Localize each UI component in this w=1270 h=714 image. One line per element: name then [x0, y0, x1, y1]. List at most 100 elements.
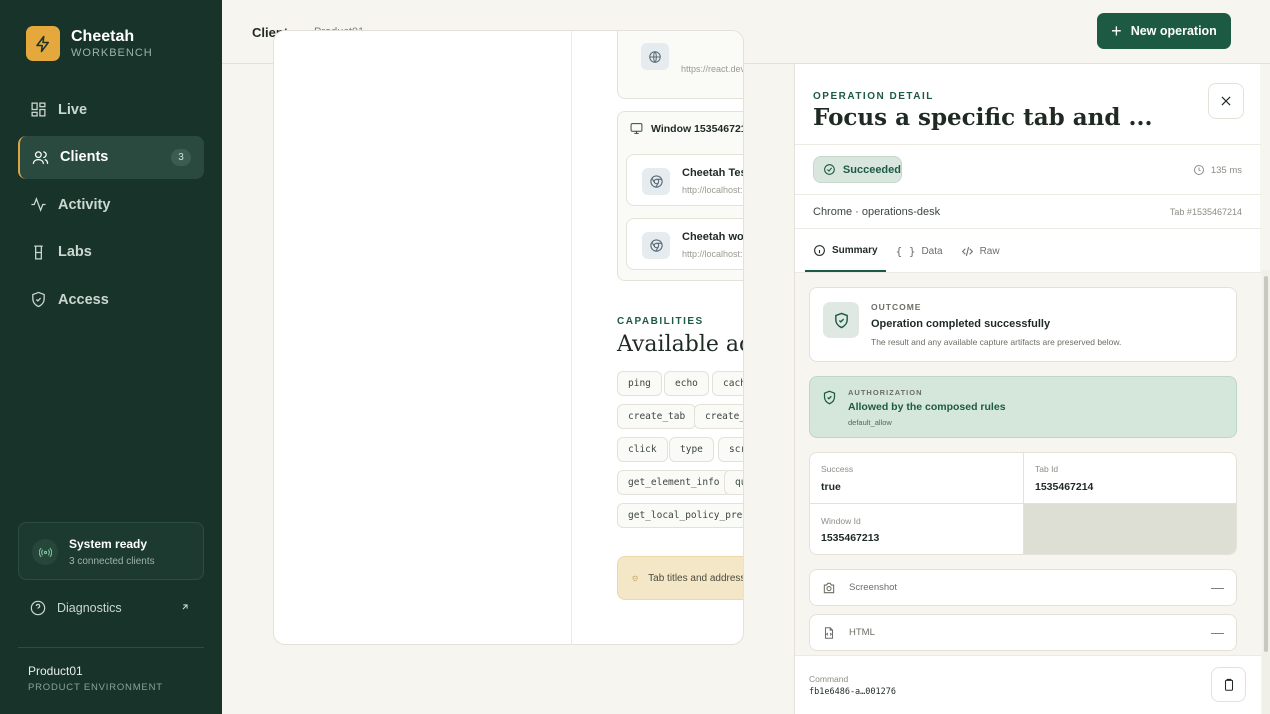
- diagnostics-label: Diagnostics: [57, 601, 122, 615]
- capability-chip[interactable]: create_tab: [617, 404, 697, 429]
- divider: [795, 194, 1261, 195]
- artifact-value: —: [1211, 580, 1224, 595]
- capability-chip[interactable]: echo: [664, 371, 709, 396]
- broadcast-icon: [32, 539, 58, 565]
- capabilities-label: CAPABILITIES: [617, 316, 704, 327]
- nav-label: Clients: [60, 149, 109, 165]
- globe-icon: [641, 43, 669, 70]
- chrome-icon: [642, 232, 670, 259]
- nav-label: Access: [58, 291, 109, 308]
- beaker-icon: [34, 244, 43, 260]
- grid-icon: [31, 102, 46, 117]
- column-divider: [571, 31, 572, 644]
- capability-chip[interactable]: click: [617, 437, 668, 462]
- notice-text: Tab titles and addresses: [648, 572, 743, 584]
- nav-item-activity[interactable]: Activity: [18, 183, 204, 226]
- tab-url: http://localhost:: [682, 185, 743, 195]
- main-nav: Live Clients 3 Activity Labs Access: [18, 88, 204, 326]
- close-button[interactable]: [1208, 83, 1244, 119]
- tab-row[interactable]: Cheetah workbench http://localhost:: [626, 218, 744, 270]
- tab-data[interactable]: { } Data: [888, 230, 951, 272]
- duration-text: 135 ms: [1210, 164, 1242, 176]
- capability-chip[interactable]: get_element_info: [617, 470, 731, 495]
- tab-row[interactable]: https://react.dev: [626, 31, 744, 90]
- nav-item-labs[interactable]: Labs: [18, 231, 204, 274]
- tab-row[interactable]: Cheetah Test http://localhost:: [626, 154, 743, 206]
- capability-chip[interactable]: get_local_policy_preset: [617, 503, 743, 528]
- privacy-notice: Tab titles and addresses: [617, 556, 743, 600]
- help-circle-icon: [30, 600, 46, 616]
- window-title[interactable]: Window 1535467213: [630, 122, 743, 135]
- command-footer: Command fb1e6486-a…001276: [795, 655, 1261, 714]
- outcome-title: Operation completed successfully: [871, 318, 1051, 330]
- tab-label: Data: [921, 245, 943, 257]
- status-subtitle: 3 connected clients: [69, 556, 155, 567]
- divider: [795, 144, 1261, 145]
- outcome-description: The result and any available capture art…: [871, 337, 1122, 347]
- window-group-previous: https://react.dev: [617, 31, 744, 99]
- client-detail-card: https://react.dev Window 1535467213 Chee…: [273, 30, 744, 645]
- environment-name[interactable]: Product01: [28, 664, 83, 678]
- capability-chip[interactable]: query: [724, 470, 743, 495]
- tab-label: Raw: [979, 245, 1000, 257]
- capabilities-title: Available actions: [617, 332, 743, 357]
- tab-url: https://react.dev: [681, 64, 744, 74]
- shield-icon: [632, 575, 638, 581]
- capability-chip[interactable]: ping: [617, 371, 662, 396]
- nav-item-clients[interactable]: Clients 3: [18, 135, 204, 179]
- artifact-html[interactable]: HTML —: [809, 614, 1237, 651]
- artifact-screenshot[interactable]: Screenshot —: [809, 569, 1237, 606]
- copy-button[interactable]: [1211, 667, 1246, 702]
- nav-label: Activity: [58, 196, 111, 213]
- external-arrow-icon: [182, 604, 188, 610]
- tab-url: http://localhost:: [682, 249, 743, 259]
- divider: [18, 647, 204, 648]
- panel-label: OPERATION DETAIL: [813, 91, 934, 102]
- nav-label: Labs: [58, 244, 92, 260]
- field-value: 1535467213: [821, 532, 880, 544]
- capability-chip[interactable]: type: [669, 437, 714, 462]
- summary-content[interactable]: OUTCOME Operation completed successfully…: [795, 273, 1261, 655]
- tab-raw[interactable]: Raw: [953, 230, 1008, 272]
- clipboard-icon: [1224, 678, 1233, 691]
- field-value: 1535467214: [1035, 481, 1094, 493]
- tab-id: Tab #1535467214: [1169, 207, 1242, 217]
- monitor-icon: [630, 123, 643, 134]
- shield-icon: [32, 291, 45, 308]
- scrollbar-thumb[interactable]: [1264, 276, 1268, 652]
- field-key: Window Id: [821, 516, 861, 526]
- operation-detail-panel: OPERATION DETAIL Focus a specific tab an…: [794, 64, 1261, 714]
- status-title: System ready: [69, 537, 148, 551]
- nav-item-live[interactable]: Live: [18, 88, 204, 131]
- file-code-icon: [824, 626, 834, 639]
- command-label: Command: [809, 674, 849, 684]
- brand[interactable]: Cheetah WORKBENCH: [26, 26, 153, 61]
- tab-title: Cheetah workbench: [682, 231, 744, 243]
- status-badge: Succeeded: [813, 156, 902, 183]
- capability-chip[interactable]: create_window: [694, 404, 743, 429]
- diagnostics-link[interactable]: Diagnostics: [30, 600, 190, 616]
- tab-label: Summary: [832, 244, 878, 256]
- outcome-label: OUTCOME: [871, 302, 922, 312]
- plus-icon: +: [1111, 21, 1122, 41]
- capability-chip[interactable]: cache: [712, 371, 743, 396]
- chrome-icon: [642, 168, 670, 195]
- shield-check-icon: [823, 302, 859, 338]
- tab-summary[interactable]: Summary: [805, 230, 886, 272]
- authorization-label: AUTHORIZATION: [848, 388, 923, 397]
- status-text: Succeeded: [842, 163, 901, 176]
- divider: [795, 228, 1261, 229]
- system-status-card: System ready 3 connected clients: [18, 522, 204, 580]
- clients-count-badge: 3: [171, 148, 191, 166]
- artifact-label: HTML: [849, 627, 875, 638]
- users-icon: [32, 150, 49, 164]
- window-group: Window 1535467213 Cheetah Test http://lo…: [617, 111, 744, 281]
- capability-chip[interactable]: scroll: [718, 437, 743, 462]
- authorization-card: AUTHORIZATION Allowed by the composed ru…: [809, 376, 1237, 438]
- field-key: Tab Id: [1035, 464, 1059, 474]
- duration: 135 ms: [1193, 164, 1242, 176]
- nav-item-access[interactable]: Access: [18, 278, 204, 321]
- check-circle-icon: [824, 164, 835, 175]
- new-operation-button[interactable]: + New operation: [1097, 13, 1231, 49]
- artifact-value: —: [1211, 625, 1224, 640]
